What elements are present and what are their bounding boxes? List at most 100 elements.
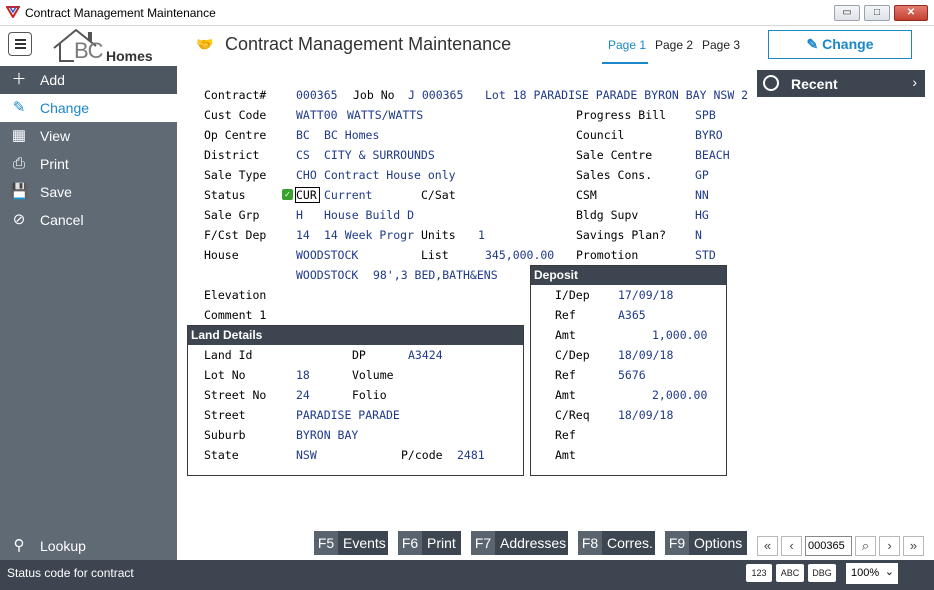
csm-label: CSM — [576, 188, 597, 202]
sidebar-item-label: Change — [40, 100, 90, 116]
first-record-button[interactable]: « — [757, 536, 778, 556]
street-no-field[interactable]: 24 — [296, 388, 310, 402]
minimize-button[interactable]: ▭ — [834, 5, 860, 21]
handshake-icon: 🤝 — [196, 36, 214, 52]
idep-field[interactable]: 17/09/18 — [618, 288, 673, 302]
sidebar-item-view[interactable]: ▦ View — [0, 122, 177, 150]
council-field[interactable]: BYRO — [695, 128, 723, 142]
clock-icon — [763, 75, 779, 91]
caps-mode-badge[interactable]: ABC — [776, 564, 804, 582]
suburb-field[interactable]: BYRON BAY — [296, 428, 358, 442]
sidebar-item-change[interactable]: ✎ Change — [0, 94, 177, 122]
sale-grp-field[interactable]: H — [296, 208, 303, 222]
volume-label: Volume — [352, 368, 394, 382]
prev-record-button[interactable]: ‹ — [781, 536, 802, 556]
ref2-field[interactable]: 5676 — [618, 368, 646, 382]
dp-field[interactable]: A3424 — [408, 348, 443, 362]
zoom-select[interactable]: 100% ⌄ — [846, 563, 898, 584]
f7-addresses-button[interactable]: F7 Addresses — [471, 531, 568, 555]
street-field[interactable]: PARADISE PARADE — [296, 408, 400, 422]
last-record-button[interactable]: » — [903, 536, 924, 556]
job-field[interactable]: J 000365 — [408, 88, 463, 102]
list-field[interactable]: 345,000.00 — [485, 248, 554, 262]
sidebar-item-cancel[interactable]: ⊘ Cancel — [0, 206, 177, 234]
restore-button[interactable]: □ — [864, 5, 890, 21]
street-no-label: Street No — [204, 388, 267, 402]
close-button[interactable]: ✕ — [894, 5, 928, 21]
next-record-button[interactable]: › — [879, 536, 900, 556]
sale-type-name: Contract House only — [324, 168, 456, 182]
ref1-label: Ref — [555, 308, 576, 322]
ref1-field[interactable]: A365 — [618, 308, 646, 322]
district-name: CITY & SURROUNDS — [324, 148, 435, 162]
tab-page-3[interactable]: Page 3 — [702, 38, 740, 52]
cdep-field[interactable]: 18/09/18 — [618, 348, 673, 362]
idep-label: I/Dep — [555, 288, 590, 302]
csat-label: C/Sat — [421, 188, 456, 202]
contract-field[interactable]: 000365 — [296, 88, 338, 102]
savings-plan-field[interactable]: N — [695, 228, 702, 242]
sidebar-item-label: Cancel — [40, 212, 84, 228]
pcode-field[interactable]: 2481 — [457, 448, 485, 462]
cust-name: WATTS/WATTS — [347, 108, 424, 122]
chevron-down-icon: ⌄ — [884, 566, 894, 578]
fcst-dep-field[interactable]: 14 — [296, 228, 310, 242]
fkey-number: F6 — [398, 531, 422, 555]
csm-field[interactable]: NN — [695, 188, 709, 202]
sales-cons-field[interactable]: GP — [695, 168, 709, 182]
debug-mode-badge[interactable]: DBG — [808, 564, 836, 582]
sale-grp-label: Sale Grp — [204, 208, 260, 222]
numeric-mode-badge[interactable]: 123 — [746, 564, 772, 582]
job-label: Job No — [353, 88, 395, 102]
units-field[interactable]: 1 — [478, 228, 485, 242]
tab-page-2[interactable]: Page 2 — [655, 38, 693, 52]
progress-bill-field[interactable]: SPB — [695, 108, 716, 122]
search-record-icon[interactable]: ⌕ — [855, 536, 876, 556]
recent-label: Recent — [791, 76, 838, 92]
op-centre-label: Op Centre — [204, 128, 267, 142]
status-label: Status — [204, 188, 246, 202]
bldg-supv-field[interactable]: HG — [695, 208, 709, 222]
op-centre-field[interactable]: BC — [296, 128, 310, 142]
tab-page-1[interactable]: Page 1 — [608, 38, 646, 52]
fkey-number: F9 — [665, 531, 689, 555]
sidebar-item-save[interactable]: 💾 Save — [0, 178, 177, 206]
sidebar-item-print[interactable]: ⎙ Print — [0, 150, 177, 178]
sidebar-item-add[interactable]: ＋ Add — [0, 66, 177, 94]
sidebar-item-lookup[interactable]: ⚲ Lookup — [0, 532, 177, 560]
lot-address: Lot 18 PARADISE PARADE BYRON BAY NSW 2 — [485, 88, 749, 102]
fkey-number: F8 — [578, 531, 602, 555]
edit-icon: ✎ — [806, 36, 819, 52]
house-field[interactable]: WOODSTOCK — [296, 248, 358, 262]
f5-events-button[interactable]: F5 Events — [314, 531, 388, 555]
pcode-label: P/code — [401, 448, 443, 462]
cust-code-field[interactable]: WATT00 — [296, 108, 338, 122]
amt2-field[interactable]: 2,000.00 — [652, 388, 707, 402]
f9-options-button[interactable]: F9 Options — [665, 531, 747, 555]
plus-icon: ＋ — [11, 71, 27, 88]
menu-button[interactable] — [8, 32, 32, 56]
hamburger-icon — [15, 39, 26, 41]
recent-panel[interactable]: Recent › — [757, 70, 925, 97]
promotion-field[interactable]: STD — [695, 248, 716, 262]
table-icon: ▦ — [11, 127, 27, 144]
f6-print-button[interactable]: F6 Print — [398, 531, 461, 555]
house-desc-code: WOODSTOCK — [296, 268, 359, 282]
amt3-label: Amt — [555, 448, 576, 462]
amt1-field[interactable]: 1,000.00 — [652, 328, 707, 342]
district-field[interactable]: CS — [296, 148, 310, 162]
creq-field[interactable]: 18/09/18 — [618, 408, 673, 422]
sale-type-field[interactable]: CHO — [296, 168, 317, 182]
f8-corres-button[interactable]: F8 Corres. — [578, 531, 655, 555]
sale-centre-field[interactable]: BEACH — [695, 148, 730, 162]
progress-bill-label: Progress Bill — [576, 108, 667, 122]
logo-homes: Homes — [106, 48, 153, 64]
state-field[interactable]: NSW — [296, 448, 317, 462]
status-field[interactable]: CUR — [296, 188, 317, 202]
change-button[interactable]: ✎ Change — [768, 30, 912, 59]
contract-label: Contract# — [204, 88, 267, 102]
record-number-input[interactable]: 000365 — [805, 536, 852, 556]
sidebar-item-label: Save — [40, 184, 72, 200]
lot-no-field[interactable]: 18 — [296, 368, 310, 382]
folio-label: Folio — [352, 388, 387, 402]
